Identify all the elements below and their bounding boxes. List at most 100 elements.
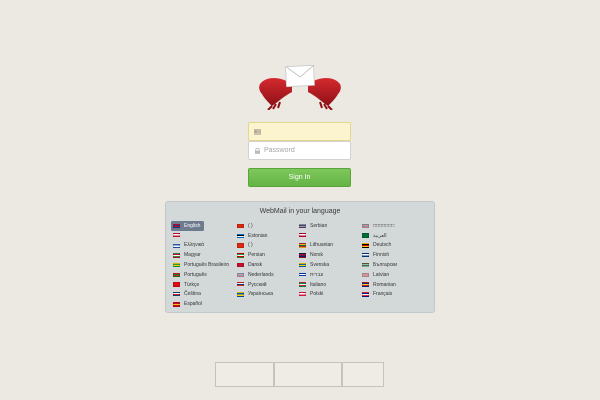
bulgaria-flag bbox=[362, 262, 369, 268]
language-label: Русский bbox=[248, 281, 267, 288]
language-label: Latvian bbox=[373, 271, 390, 278]
language-label: Finnish bbox=[373, 252, 390, 259]
language-label: Español bbox=[184, 301, 203, 308]
language-option[interactable]: Serbian bbox=[299, 221, 333, 231]
italy-flag bbox=[299, 282, 306, 287]
envelope-hands-logo bbox=[259, 64, 341, 110]
language-label: □□□□□□□ bbox=[373, 222, 395, 229]
language-label: Norsk bbox=[310, 252, 324, 259]
language-label: Romanian bbox=[373, 281, 396, 288]
username-input[interactable] bbox=[264, 128, 349, 135]
language-option[interactable]: □□□□□□□ bbox=[362, 221, 397, 231]
password-field[interactable] bbox=[248, 141, 351, 160]
netherlands-flag bbox=[237, 272, 244, 278]
spain-flag bbox=[173, 302, 180, 307]
username-field[interactable] bbox=[248, 122, 351, 141]
language-label: Українська bbox=[248, 291, 274, 298]
language-option[interactable]: Français bbox=[362, 290, 397, 300]
language-option[interactable]: Dansk bbox=[237, 260, 274, 270]
language-option[interactable]: Romanian bbox=[362, 280, 397, 290]
poland-flag bbox=[299, 292, 306, 297]
language-label: Svenska bbox=[310, 262, 330, 269]
finland-flag bbox=[362, 253, 369, 258]
language-option[interactable]: Latvian bbox=[362, 270, 397, 280]
footer-box-left bbox=[215, 362, 274, 387]
language-label: Estonian bbox=[248, 232, 268, 239]
denmark-flag bbox=[237, 262, 244, 268]
sweden-flag bbox=[299, 262, 306, 268]
language-option[interactable]: Norsk bbox=[299, 250, 333, 260]
language-column: □□□□□□□ العربية Deutsch Finnish Български Lat… bbox=[362, 221, 397, 299]
language-label: Ελληνικά bbox=[184, 242, 205, 249]
portugal-flag bbox=[173, 272, 180, 278]
language-label: Čeština bbox=[184, 291, 201, 298]
language-label: English bbox=[184, 222, 201, 229]
ukraine-flag bbox=[237, 292, 244, 297]
language-label: Serbian bbox=[310, 222, 328, 229]
language-label: Italiano bbox=[310, 281, 327, 288]
language-label: Lithuanian bbox=[310, 242, 334, 249]
language-label: ( ) bbox=[248, 242, 253, 249]
language-option[interactable]: Estonian bbox=[237, 231, 274, 241]
russia-flag bbox=[237, 282, 244, 287]
language-label: Persian bbox=[248, 252, 265, 259]
language-option[interactable]: Finnish bbox=[362, 250, 397, 260]
language-option[interactable]: Português Brasileiro bbox=[173, 260, 229, 270]
china-flag bbox=[237, 243, 244, 248]
language-option[interactable]: Español bbox=[173, 299, 229, 309]
arabic-flag bbox=[362, 233, 369, 238]
language-label: Polski bbox=[310, 291, 324, 298]
korea-flag bbox=[173, 233, 180, 238]
language-option[interactable]: Русский bbox=[237, 280, 274, 290]
language-label: Nederlands bbox=[248, 271, 274, 278]
brazil-flag bbox=[173, 262, 180, 268]
language-option[interactable]: English bbox=[171, 221, 204, 231]
language-option[interactable]: Nederlands bbox=[237, 270, 274, 280]
china-flag bbox=[237, 223, 244, 229]
language-option[interactable]: العربية bbox=[362, 231, 397, 241]
iran-flag bbox=[237, 253, 244, 258]
japan-flag bbox=[299, 233, 306, 238]
sign-in-button[interactable]: Sign In bbox=[248, 168, 351, 187]
france-flag bbox=[362, 292, 369, 297]
language-option[interactable]: Ελληνικά bbox=[173, 241, 229, 251]
language-option[interactable]: ( ) bbox=[237, 241, 274, 251]
language-panel: WebMail in your language English Ελληνικά… bbox=[165, 201, 435, 313]
israel-flag bbox=[299, 272, 306, 278]
language-option[interactable]: Svenska bbox=[299, 260, 333, 270]
latvia-flag bbox=[362, 272, 369, 278]
language-option[interactable]: Italiano bbox=[299, 280, 333, 290]
footer-box-middle bbox=[274, 362, 342, 387]
romania-flag bbox=[362, 282, 369, 287]
language-option[interactable]: ( ) bbox=[237, 221, 274, 231]
language-option[interactable]: Lithuanian bbox=[299, 241, 333, 251]
language-option[interactable]: Українська bbox=[237, 290, 274, 300]
id-card-icon bbox=[254, 128, 261, 135]
language-option[interactable]: Português bbox=[173, 270, 229, 280]
lithuania-flag bbox=[299, 243, 306, 248]
language-label: Português bbox=[184, 271, 207, 278]
language-option[interactable]: Polski bbox=[299, 290, 333, 300]
language-option[interactable]: Български bbox=[362, 260, 397, 270]
language-option[interactable]: Čeština bbox=[173, 290, 229, 300]
lock-icon bbox=[255, 147, 260, 154]
language-column: English Ελληνικά Magyar Português Brasileir… bbox=[171, 221, 229, 309]
estonia-flag bbox=[237, 233, 244, 238]
norway-flag bbox=[299, 253, 306, 258]
language-option[interactable]: Persian bbox=[237, 250, 274, 260]
language-option[interactable] bbox=[173, 231, 229, 241]
language-label: ( ) bbox=[248, 222, 253, 229]
uk-flag bbox=[173, 223, 180, 229]
password-input[interactable] bbox=[264, 147, 349, 154]
language-label: Français bbox=[373, 291, 393, 298]
language-label: Português Brasileiro bbox=[184, 262, 230, 269]
language-option[interactable]: Türkçe bbox=[173, 280, 229, 290]
language-label: Български bbox=[373, 262, 398, 269]
language-option[interactable]: Magyar bbox=[173, 250, 229, 260]
language-option[interactable]: עברית bbox=[299, 270, 333, 280]
language-label: עברית bbox=[310, 271, 324, 278]
language-label: Magyar bbox=[184, 252, 201, 259]
language-option[interactable] bbox=[299, 231, 333, 241]
language-label: Türkçe bbox=[184, 281, 200, 288]
language-option[interactable]: Deutsch bbox=[362, 241, 397, 251]
